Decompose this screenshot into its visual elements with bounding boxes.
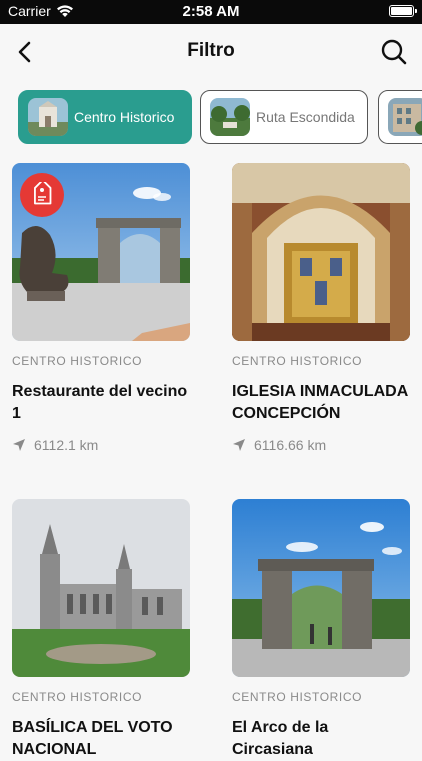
location-arrow-icon xyxy=(13,439,25,451)
nav-bar: Filtro xyxy=(0,24,422,80)
chip-thumbnail xyxy=(388,98,422,136)
status-bar: Carrier 2:58 AM xyxy=(0,0,422,24)
filter-chip-ruta-escondida[interactable]: Ruta Escondida xyxy=(200,90,368,144)
place-category: CENTRO HISTORICO xyxy=(232,690,363,704)
chip-thumbnail xyxy=(210,98,250,136)
search-icon[interactable] xyxy=(380,38,408,66)
place-distance-row: 6112.1 km xyxy=(12,437,192,453)
place-image xyxy=(232,499,410,677)
place-title: Restaurante del vecino 1 xyxy=(12,383,188,422)
place-title: El Arco de la Circasiana xyxy=(232,719,329,758)
place-card[interactable]: CENTRO HISTORICO Restaurante del vecino … xyxy=(12,163,192,453)
filter-chip-centro-historico[interactable]: Centro Historico xyxy=(18,90,192,144)
location-arrow-icon xyxy=(233,439,245,451)
place-card[interactable]: CENTRO HISTORICO IGLESIA INMACULADA CONC… xyxy=(232,163,412,453)
clock: 2:58 AM xyxy=(182,3,240,20)
promo-badge xyxy=(20,173,64,217)
chip-label: Ruta Escondida xyxy=(256,109,355,125)
battery-icon xyxy=(389,5,417,17)
place-image xyxy=(12,163,190,341)
place-title: BASÍLICA DEL VOTO NACIONAL xyxy=(12,719,173,758)
place-distance: 6116.66 km xyxy=(254,437,327,453)
filter-chip-more[interactable] xyxy=(378,90,422,144)
place-image xyxy=(232,163,410,341)
place-distance-row: 6116.66 km xyxy=(232,437,412,453)
place-distance: 6112.1 km xyxy=(34,437,99,453)
chip-thumbnail xyxy=(28,98,68,136)
place-category: CENTRO HISTORICO xyxy=(232,354,363,368)
page-title: Filtro xyxy=(187,40,235,61)
place-title: IGLESIA INMACULADA CONCEPCIÓN xyxy=(232,383,408,422)
place-card[interactable]: CENTRO HISTORICO El Arco de la Circasian… xyxy=(232,499,412,761)
filter-chips: Centro Historico Ruta Escondida xyxy=(0,88,422,148)
place-image xyxy=(12,499,190,677)
tag-icon xyxy=(34,182,52,205)
place-card[interactable]: CENTRO HISTORICO BASÍLICA DEL VOTO NACIO… xyxy=(12,499,192,761)
chip-label: Centro Historico xyxy=(74,109,175,125)
place-category: CENTRO HISTORICO xyxy=(12,690,143,704)
place-category: CENTRO HISTORICO xyxy=(12,354,143,368)
